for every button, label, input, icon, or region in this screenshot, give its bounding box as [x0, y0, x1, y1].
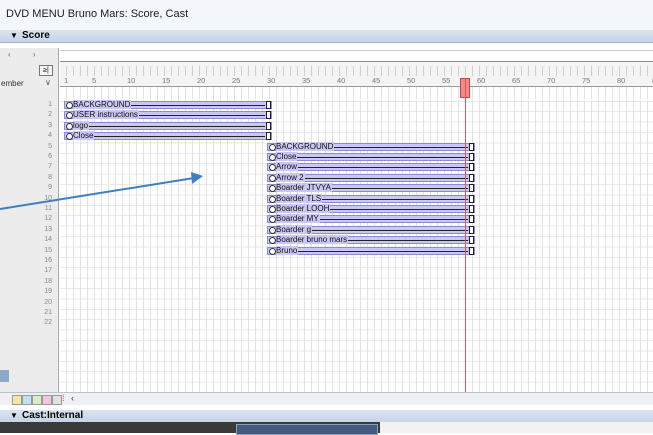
- cast-section-title: Cast:Internal: [22, 410, 84, 421]
- cast-area-empty: [380, 422, 653, 433]
- scroll-marker-icon[interactable]: ⁞: [62, 393, 65, 403]
- color-swatch[interactable]: [32, 395, 42, 405]
- color-swatch[interactable]: [42, 395, 52, 405]
- cast-member-thumbnail[interactable]: [236, 424, 378, 435]
- color-swatch[interactable]: [12, 395, 22, 405]
- scroll-left-icon[interactable]: ‹: [71, 393, 74, 403]
- score-bottom-strip: [0, 392, 653, 405]
- annotation-arrow-icon: [0, 172, 203, 210]
- side-tab-marker: [0, 370, 9, 382]
- color-swatch[interactable]: [22, 395, 32, 405]
- collapse-icon[interactable]: ▼: [10, 411, 18, 420]
- color-swatch[interactable]: [52, 395, 62, 405]
